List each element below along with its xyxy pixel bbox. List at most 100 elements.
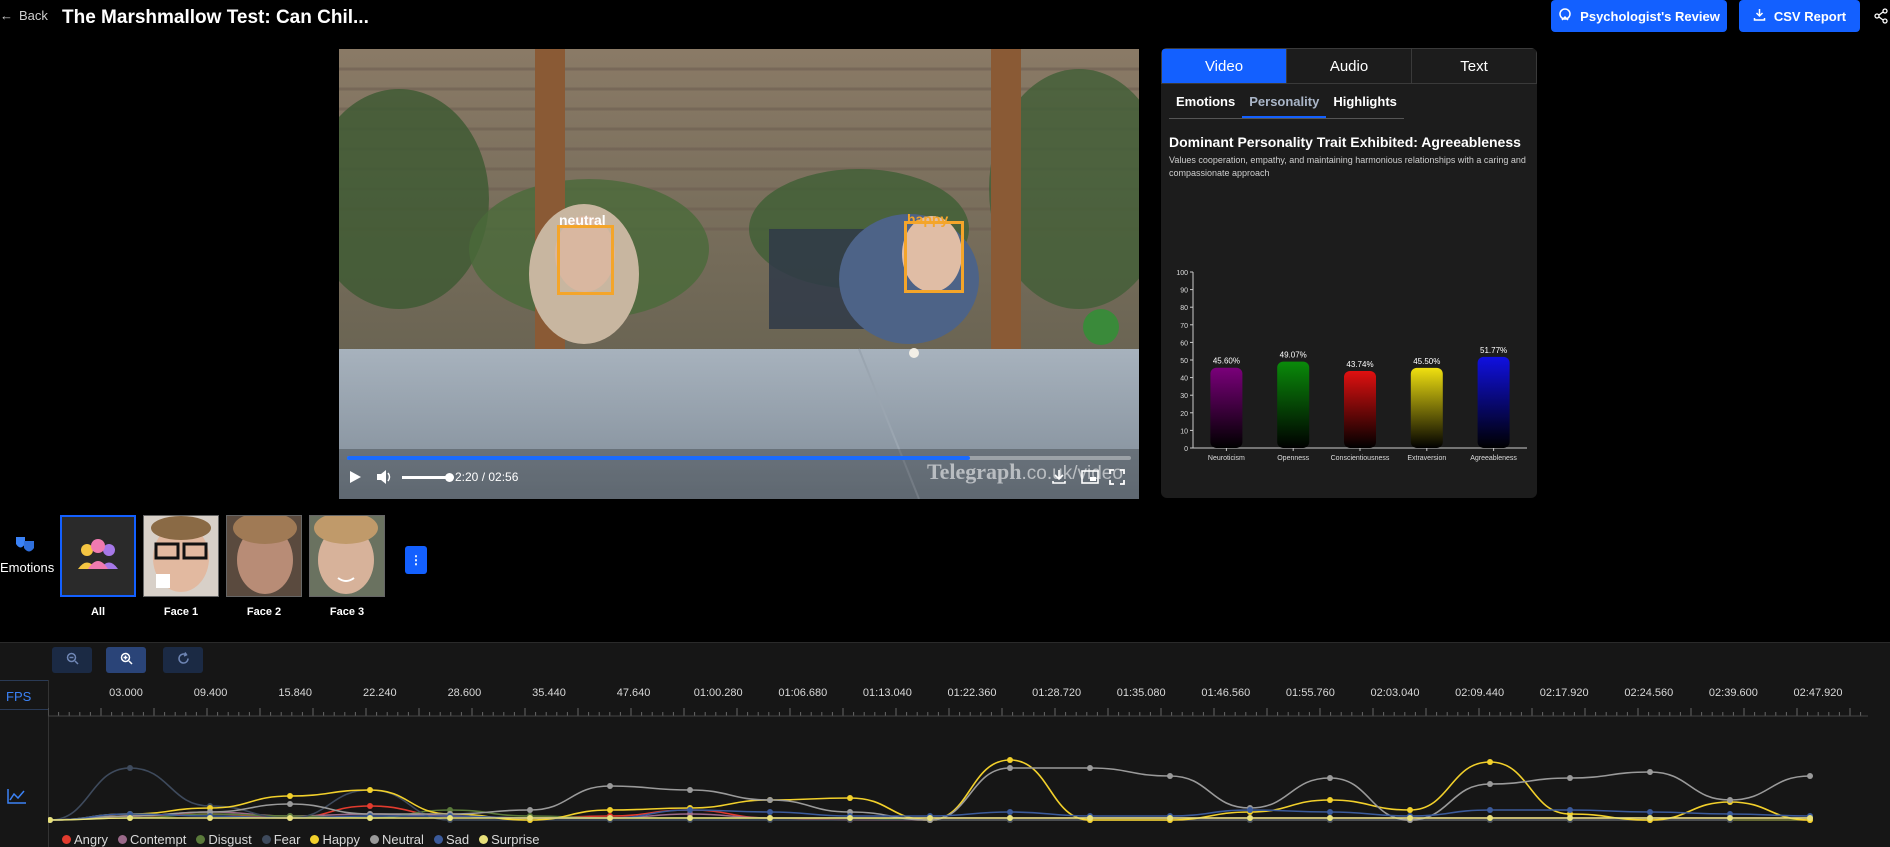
point-sad [1007, 809, 1013, 815]
timeline-tick-label: 01:46.560 [1201, 687, 1251, 699]
point-surprise [1487, 815, 1493, 821]
fullscreen-icon[interactable] [1109, 469, 1125, 490]
legend-label: Fear [273, 832, 301, 847]
x-tick-label: Agreeableness [1470, 455, 1517, 462]
volume-handle[interactable] [445, 473, 454, 482]
point-surprise [1247, 815, 1253, 821]
refresh-icon [177, 652, 190, 668]
point-sad [687, 807, 693, 813]
tab-text[interactable]: Text [1412, 49, 1536, 83]
y-tick-label: 0 [1184, 446, 1188, 453]
download-icon [1753, 8, 1766, 24]
video-progress-bar[interactable] [347, 456, 1131, 460]
timeline-tick-label: 35.440 [532, 687, 566, 699]
csv-report-button[interactable]: CSV Report [1739, 0, 1860, 32]
zoom-out-button[interactable] [52, 647, 92, 673]
x-tick-label: Extraversion [1407, 455, 1446, 462]
face-label-1: Face 1 [163, 606, 199, 618]
legend-label: Sad [445, 832, 470, 847]
reset-zoom-button[interactable] [163, 647, 203, 673]
face-thumb-2[interactable] [226, 515, 302, 597]
point-sad [1647, 809, 1653, 815]
legend-item-sad[interactable]: Sad [433, 832, 470, 847]
timeline-tick-label: 09.400 [193, 687, 228, 699]
point-surprise [527, 815, 533, 821]
more-faces-button[interactable]: ⋮ [405, 546, 427, 574]
timeline-tick-label: 01:22.360 [947, 687, 997, 699]
point-neutral [767, 797, 773, 803]
point-neutral [687, 787, 693, 793]
legend-item-angry[interactable]: Angry [62, 832, 108, 847]
personality-description: Values cooperation, empathy, and maintai… [1169, 155, 1526, 178]
bar-extraversion [1410, 367, 1443, 448]
y-tick-label: 80 [1180, 305, 1188, 312]
bar-value-label: 49.07% [1280, 351, 1307, 360]
subtab-personality[interactable]: Personality [1242, 94, 1327, 118]
tab-audio[interactable]: Audio [1287, 49, 1412, 83]
volume-slider[interactable] [402, 473, 454, 482]
line-chart-icon [6, 787, 28, 810]
point-surprise [927, 815, 933, 821]
back-button[interactable]: ← Back [0, 8, 48, 23]
x-tick-label: Openness [1277, 455, 1309, 462]
point-surprise [687, 815, 693, 821]
psychologists-review-label: Psychologist's Review [1580, 8, 1720, 24]
video-player[interactable]: neutral happy Telegraph.co.uk/video 2:20… [339, 49, 1139, 499]
bar-value-label: 45.50% [1413, 357, 1440, 366]
legend-swatch [433, 835, 443, 844]
point-sad [767, 809, 773, 815]
face-label-happy: happy [907, 211, 949, 227]
bar-value-label: 45.60% [1213, 357, 1240, 366]
legend-item-neutral[interactable]: Neutral [370, 832, 424, 847]
emotions-side-button[interactable]: Emotions [0, 535, 54, 575]
tab-video[interactable]: Video [1162, 49, 1287, 83]
download-video-icon[interactable] [1051, 469, 1067, 490]
face-label-neutral: neutral [559, 212, 606, 228]
timeline-tick-label: 15.840 [278, 687, 313, 699]
emotion-timeline: FPS 03.000 09.400 15.840 22.240 28.600 35.440… [0, 642, 1890, 847]
point-neutral [1327, 775, 1333, 781]
legend-item-disgust[interactable]: Disgust [196, 832, 252, 847]
group-icon [62, 517, 134, 595]
y-tick-label: 70 [1180, 323, 1188, 330]
point-surprise [1167, 815, 1173, 821]
share-icon[interactable] [1873, 8, 1889, 29]
video-time: 2:20 / 02:56 [455, 470, 519, 484]
legend-swatch [261, 835, 271, 844]
point-sad [1567, 807, 1573, 813]
timeline-tick-label: 01:55.760 [1285, 687, 1335, 699]
y-tick-label: 10 [1180, 428, 1188, 435]
face-box-neutral [557, 225, 614, 295]
y-tick-label: 20 [1180, 411, 1188, 418]
zoom-in-button[interactable] [106, 647, 146, 673]
point-neutral [1167, 773, 1173, 779]
subtab-emotions[interactable]: Emotions [1169, 94, 1242, 118]
legend-item-happy[interactable]: Happy [310, 832, 360, 847]
analysis-tabs: Video Audio Text [1161, 48, 1537, 84]
play-icon[interactable] [347, 469, 363, 488]
line-happy [49, 759, 1811, 821]
legend-item-fear[interactable]: Fear [261, 832, 301, 847]
point-surprise [287, 815, 293, 821]
psychologists-review-button[interactable]: Psychologist's Review [1551, 0, 1727, 32]
legend-item-surprise[interactable]: Surprise [479, 832, 540, 847]
point-sad [1487, 807, 1493, 813]
subtab-highlights[interactable]: Highlights [1326, 94, 1404, 118]
legend-swatch [370, 835, 380, 844]
point-happy [607, 807, 613, 813]
legend-swatch [62, 835, 71, 844]
face-thumb-3[interactable] [309, 515, 385, 597]
picture-in-picture-icon[interactable] [1081, 469, 1099, 490]
legend-label: Surprise [491, 832, 540, 847]
y-tick-label: 90 [1180, 288, 1188, 295]
point-happy [1487, 759, 1493, 765]
timeline-tick-label: 28.600 [447, 687, 482, 699]
volume-icon[interactable] [376, 469, 394, 488]
face-thumb-1[interactable] [143, 515, 219, 597]
legend-item-contempt[interactable]: Contempt [117, 832, 186, 847]
point-sad [1247, 807, 1253, 813]
face-thumb-all[interactable] [60, 515, 136, 597]
point-happy [1407, 807, 1413, 813]
point-surprise [1087, 815, 1093, 821]
point-neutral [1487, 781, 1493, 787]
